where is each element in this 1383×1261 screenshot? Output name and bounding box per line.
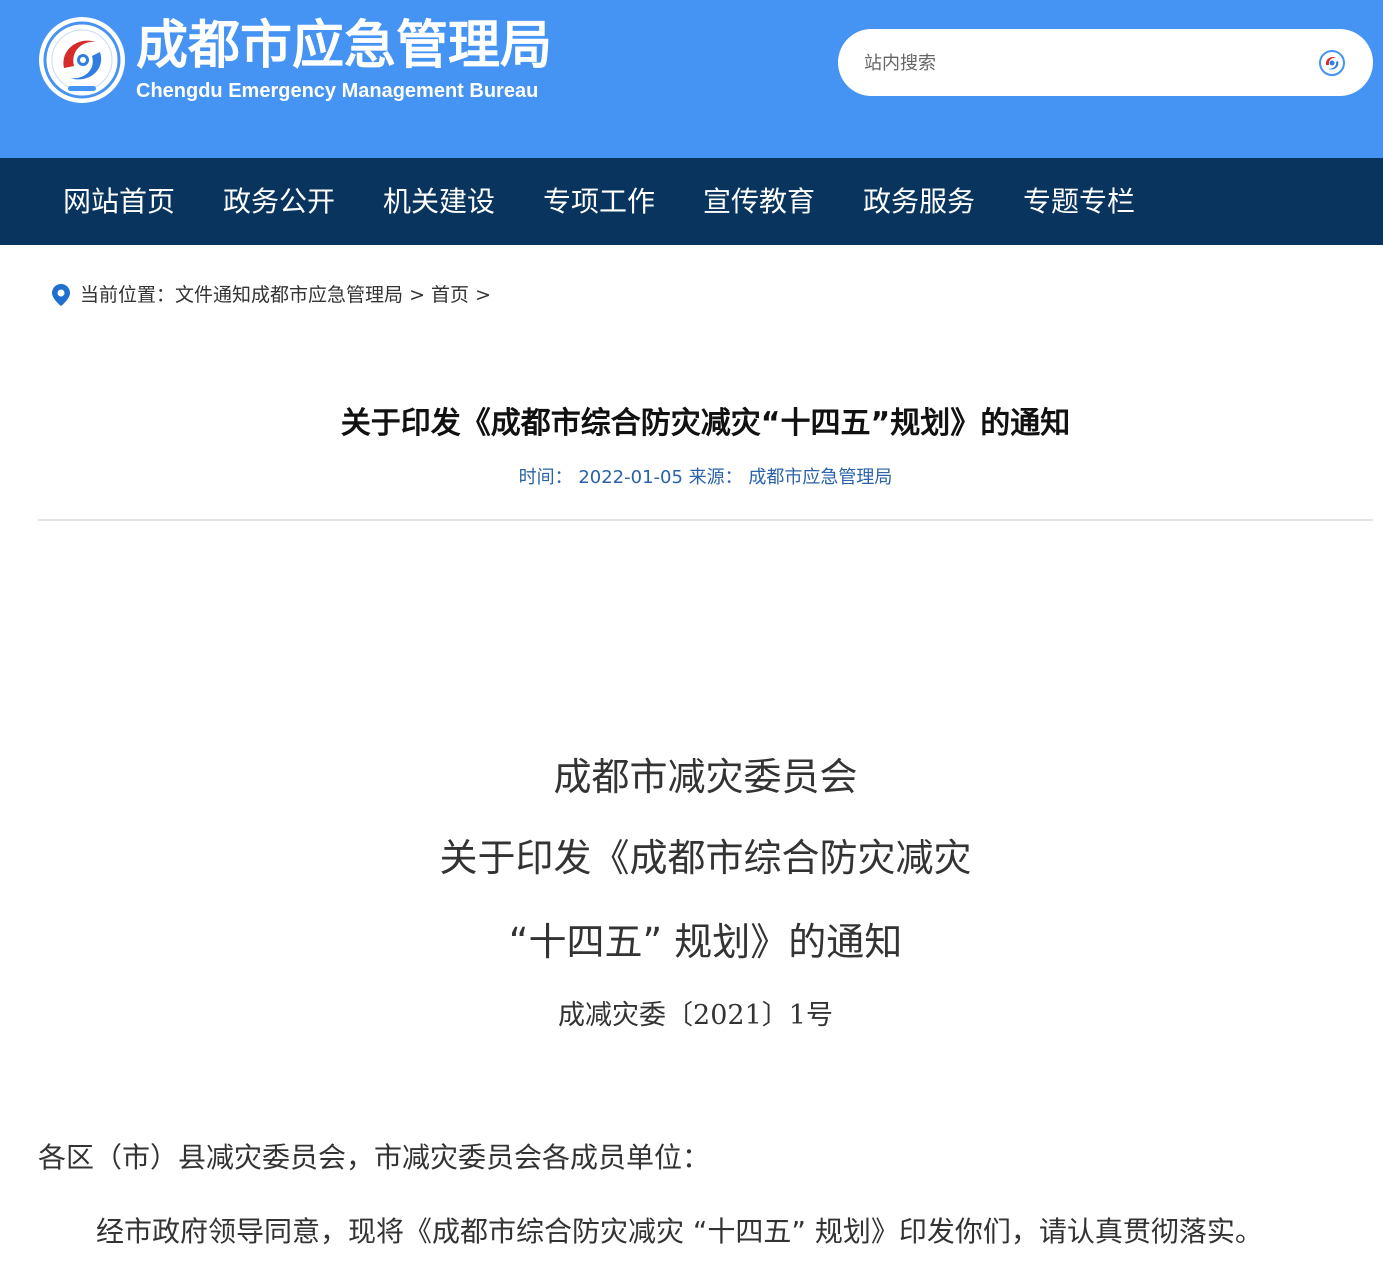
site-header: 成都市应急管理局 Chengdu Emergency Management Bu…: [0, 0, 1383, 158]
site-title: 成都市应急管理局: [136, 16, 553, 76]
main-nav: 网站首页 政务公开 机关建设 专项工作 宣传教育 政务服务 专题专栏: [0, 158, 1383, 245]
location-pin-icon: [52, 284, 70, 306]
site-subtitle: Chengdu Emergency Management Bureau: [136, 80, 539, 102]
nav-item-government-affairs[interactable]: 政务公开: [223, 158, 335, 245]
search-box: [838, 29, 1373, 96]
article-meta: 时间： 2022-01-05 来源： 成都市应急管理局: [518, 467, 893, 488]
search-icon[interactable]: [1318, 49, 1346, 77]
breadcrumb-prefix: 当前位置：: [80, 284, 176, 306]
nav-item-publicity-education[interactable]: 宣传教育: [703, 158, 815, 245]
nav-item-organ-building[interactable]: 机关建设: [383, 158, 495, 245]
breadcrumb-text: 当前位置：文件通知成都市应急管理局 > 首页 >: [80, 280, 491, 310]
bureau-logo-icon[interactable]: [38, 16, 126, 104]
doc-title-line: “十四五” 规划》的通知: [508, 920, 903, 964]
nav-item-home[interactable]: 网站首页: [63, 158, 175, 245]
search-input[interactable]: [864, 46, 1304, 80]
breadcrumb-link-notices[interactable]: 文件通知成都市应急管理局: [175, 284, 403, 306]
doc-title-line: 关于印发《成都市综合防灾减灾: [439, 836, 972, 880]
breadcrumb-link-home[interactable]: 首页: [431, 284, 469, 306]
breadcrumb-separator: >: [469, 284, 492, 306]
article-title: 关于印发《成都市综合防灾减灾“十四五”规划》的通知: [340, 406, 1071, 441]
body-paragraph: 经市政府领导同意，现将《成都市综合防灾减灾 “十四五” 规划》印发你们，请认真贯…: [96, 1215, 1263, 1248]
breadcrumb-separator: >: [403, 284, 432, 306]
nav-item-special-topics[interactable]: 专题专栏: [1023, 158, 1135, 245]
doc-number: 成减灾委〔2021〕1号: [558, 1000, 833, 1031]
doc-title-line: 成都市减灾委员会: [553, 755, 858, 799]
nav-item-government-services[interactable]: 政务服务: [863, 158, 975, 245]
divider: [38, 519, 1373, 521]
nav-item-special-work[interactable]: 专项工作: [543, 158, 655, 245]
salutation: 各区（市）县减灾委员会，市减灾委员会各成员单位：: [38, 1141, 711, 1174]
